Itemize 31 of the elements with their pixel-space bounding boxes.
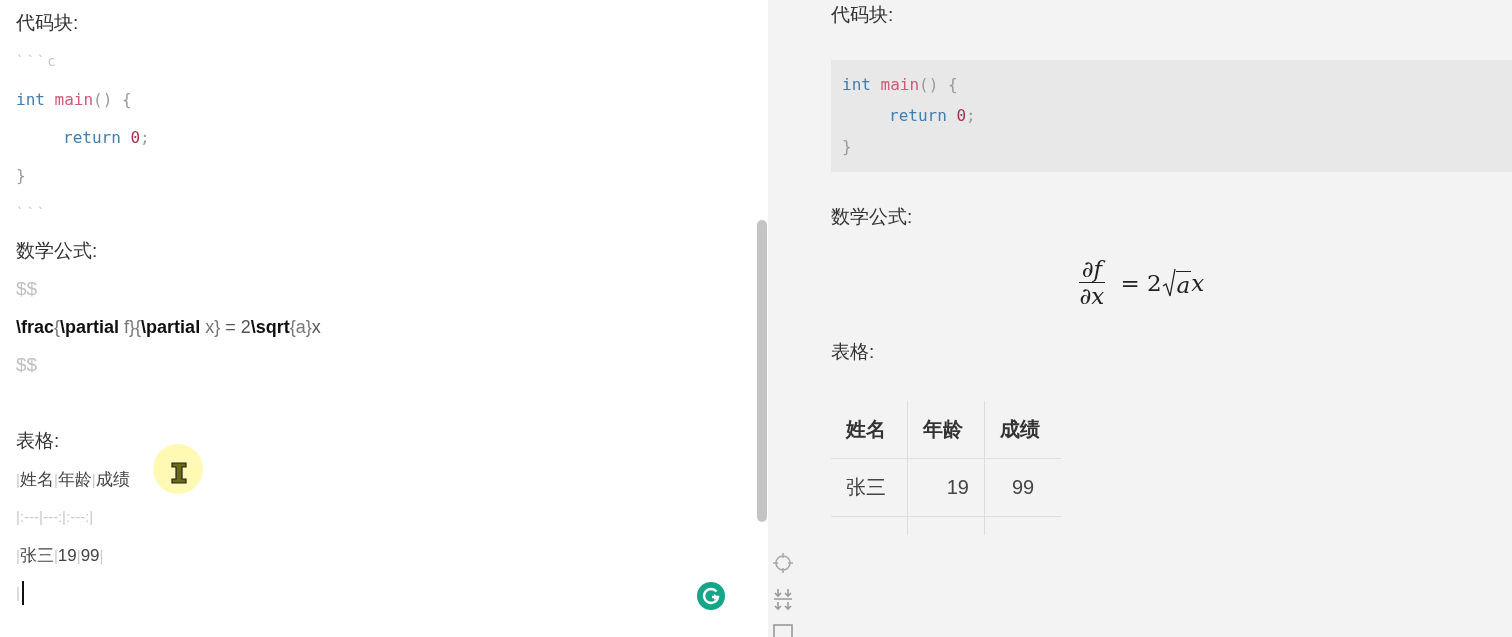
code-fence: ``` <box>16 205 48 221</box>
heading-text: 代码块: <box>16 11 79 35</box>
heading-text: 数学公式: <box>831 205 914 229</box>
table-source-line: |:---|---:|:---:| <box>16 507 94 527</box>
table-source-line: |姓名|年龄|成绩 <box>16 468 130 491</box>
column-header: 成绩 <box>984 401 1061 459</box>
heading-text: 表格: <box>831 340 876 364</box>
code-line: return 0; <box>62 127 150 147</box>
code-line: } <box>842 136 853 158</box>
math-delimiter: $$ <box>16 354 38 376</box>
heading-text: 代码块: <box>831 3 895 27</box>
code-line: int main() { <box>16 89 132 109</box>
scrollbar-thumb[interactable] <box>757 220 767 522</box>
heading-text: 数学公式: <box>16 239 98 263</box>
table-cell: 张三 <box>831 458 908 517</box>
radical-sign-icon <box>1161 267 1176 298</box>
sort-arrows-icon[interactable] <box>772 588 793 610</box>
math-delimiter: $$ <box>16 278 38 300</box>
latex-line: \frac{\partial f}{\partial x} = 2\sqrt{a}x <box>16 316 321 338</box>
column-header: 年龄 <box>907 401 985 459</box>
code-line: return 0; <box>888 105 977 127</box>
code-line: int main() { <box>842 74 959 96</box>
code-line: } <box>16 165 26 185</box>
heading-text: 表格: <box>16 429 60 453</box>
code-fence: ```c <box>16 53 58 69</box>
table-source-line: | <box>16 583 20 603</box>
text-cursor-icon <box>171 462 187 484</box>
table-cell: 19 <box>907 458 985 517</box>
column-header: 姓名 <box>831 401 908 459</box>
table-source-line: |张三|19|99| <box>16 544 104 567</box>
crosshair-icon[interactable] <box>771 552 794 574</box>
